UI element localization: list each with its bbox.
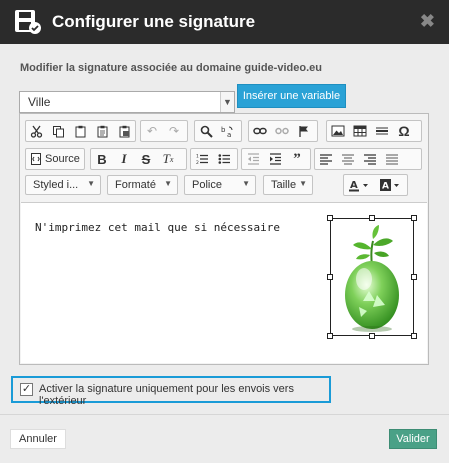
list-toolbar-group: 12 <box>190 148 238 170</box>
close-icon[interactable]: ✖ <box>420 11 435 32</box>
horizontal-rule-icon[interactable] <box>371 121 393 141</box>
svg-text:b: b <box>221 126 226 134</box>
undo-icon[interactable]: ↶ <box>141 121 163 141</box>
variable-select[interactable]: Ville ▼ <box>19 91 235 113</box>
insert-variable-button[interactable]: Insérer une variable <box>237 84 346 108</box>
chevron-down-icon: ▼ <box>87 179 95 188</box>
paste-word-icon[interactable] <box>113 121 135 141</box>
replace-icon[interactable]: ba <box>217 121 239 141</box>
format-combo-label: Formaté <box>115 179 156 191</box>
find-icon[interactable] <box>195 121 217 141</box>
size-combo[interactable]: Taille ▼ <box>263 175 313 195</box>
strikethrough-icon[interactable]: S <box>135 149 157 169</box>
source-toolbar-group: Source <box>25 148 85 170</box>
save-signature-icon <box>15 10 41 34</box>
dialog-title: Configurer une signature <box>52 12 256 31</box>
svg-text:2: 2 <box>196 160 199 165</box>
find-toolbar-group: ba <box>194 120 242 142</box>
image-icon[interactable] <box>327 121 349 141</box>
styles-combo-label: Styled i... <box>33 179 79 191</box>
redo-icon[interactable]: ↷ <box>163 121 185 141</box>
chevron-down-icon: ▼ <box>299 179 307 188</box>
paste-text-icon[interactable] <box>91 121 113 141</box>
source-label: Source <box>45 153 80 165</box>
cut-icon[interactable] <box>26 121 48 141</box>
footer-divider <box>0 414 449 415</box>
special-char-icon[interactable]: Ω <box>393 121 415 141</box>
svg-text:A: A <box>350 180 358 191</box>
resize-handle-right[interactable] <box>411 274 417 280</box>
cancel-button[interactable]: Annuler <box>10 429 66 449</box>
unlink-icon[interactable] <box>271 121 293 141</box>
resize-handle-bottom-right[interactable] <box>411 333 417 339</box>
rich-text-editor: ↶ ↷ ba Ω Source B I S T x 1 2 ” Styled i… <box>19 113 429 365</box>
outdent-icon[interactable] <box>242 149 264 169</box>
blockquote-icon[interactable]: ” <box>286 149 308 169</box>
dialog-titlebar: Configurer une signature ✖ <box>0 0 449 44</box>
editor-content-area[interactable]: N'imprimez cet mail que si nécessaire <box>21 202 427 363</box>
insert-toolbar-group: Ω <box>326 120 422 142</box>
resize-handle-top[interactable] <box>369 215 375 221</box>
link-icon[interactable] <box>249 121 271 141</box>
paste-icon[interactable] <box>70 121 92 141</box>
svg-text:1: 1 <box>196 154 199 160</box>
chevron-down-icon: ▼ <box>220 92 234 112</box>
chevron-down-icon: ▼ <box>164 179 172 188</box>
numbered-list-icon[interactable]: 12 <box>191 149 213 169</box>
font-combo-label: Police <box>192 179 222 191</box>
background-color-icon[interactable]: A <box>376 175 408 195</box>
table-icon[interactable] <box>349 121 371 141</box>
link-toolbar-group <box>248 120 318 142</box>
resize-handle-top-right[interactable] <box>411 215 417 221</box>
external-only-checkbox[interactable]: ✓ <box>20 383 33 396</box>
color-toolbar-group: A A <box>343 174 408 196</box>
eco-globe-image[interactable] <box>327 215 417 339</box>
italic-icon[interactable]: I <box>113 149 135 169</box>
signature-text: N'imprimez cet mail que si nécessaire <box>35 221 281 234</box>
indent-toolbar-group: ” <box>241 148 311 170</box>
align-right-icon[interactable] <box>359 149 381 169</box>
align-toolbar-group <box>314 148 422 170</box>
align-center-icon[interactable] <box>337 149 359 169</box>
resize-handle-top-left[interactable] <box>327 215 333 221</box>
source-button[interactable]: Source <box>26 149 85 169</box>
resize-handle-bottom-left[interactable] <box>327 333 333 339</box>
external-only-option: ✓ Activer la signature uniquement pour l… <box>11 376 331 407</box>
signature-dialog: Configurer une signature ✖ Modifier la s… <box>0 0 449 463</box>
bullet-list-icon[interactable] <box>213 149 235 169</box>
external-only-label[interactable]: Activer la signature uniquement pour les… <box>39 383 329 407</box>
chevron-down-icon: ▼ <box>242 179 250 188</box>
align-justify-icon[interactable] <box>381 149 403 169</box>
anchor-flag-icon[interactable] <box>293 121 315 141</box>
format-toolbar-group: B I S Tx <box>90 148 187 170</box>
recycle-globe-icon <box>345 225 399 332</box>
indent-icon[interactable] <box>264 149 286 169</box>
svg-text:A: A <box>382 182 389 192</box>
font-combo[interactable]: Police ▼ <box>184 175 256 195</box>
dialog-subtitle: Modifier la signature associée au domain… <box>20 62 322 74</box>
align-left-icon[interactable] <box>315 149 337 169</box>
styles-combo[interactable]: Styled i... ▼ <box>25 175 101 195</box>
bold-icon[interactable]: B <box>91 149 113 169</box>
svg-text:a: a <box>227 131 231 138</box>
text-color-icon[interactable]: A <box>344 175 376 195</box>
variable-select-value: Ville <box>28 95 51 109</box>
validate-button[interactable]: Valider <box>389 429 437 449</box>
format-combo[interactable]: Formaté ▼ <box>107 175 178 195</box>
history-toolbar-group: ↶ ↷ <box>140 120 188 142</box>
remove-format-icon[interactable]: Tx <box>157 149 179 169</box>
resize-handle-bottom[interactable] <box>369 333 375 339</box>
copy-icon[interactable] <box>48 121 70 141</box>
resize-handle-left[interactable] <box>327 274 333 280</box>
clipboard-toolbar-group <box>25 120 136 142</box>
size-combo-label: Taille <box>271 179 297 191</box>
